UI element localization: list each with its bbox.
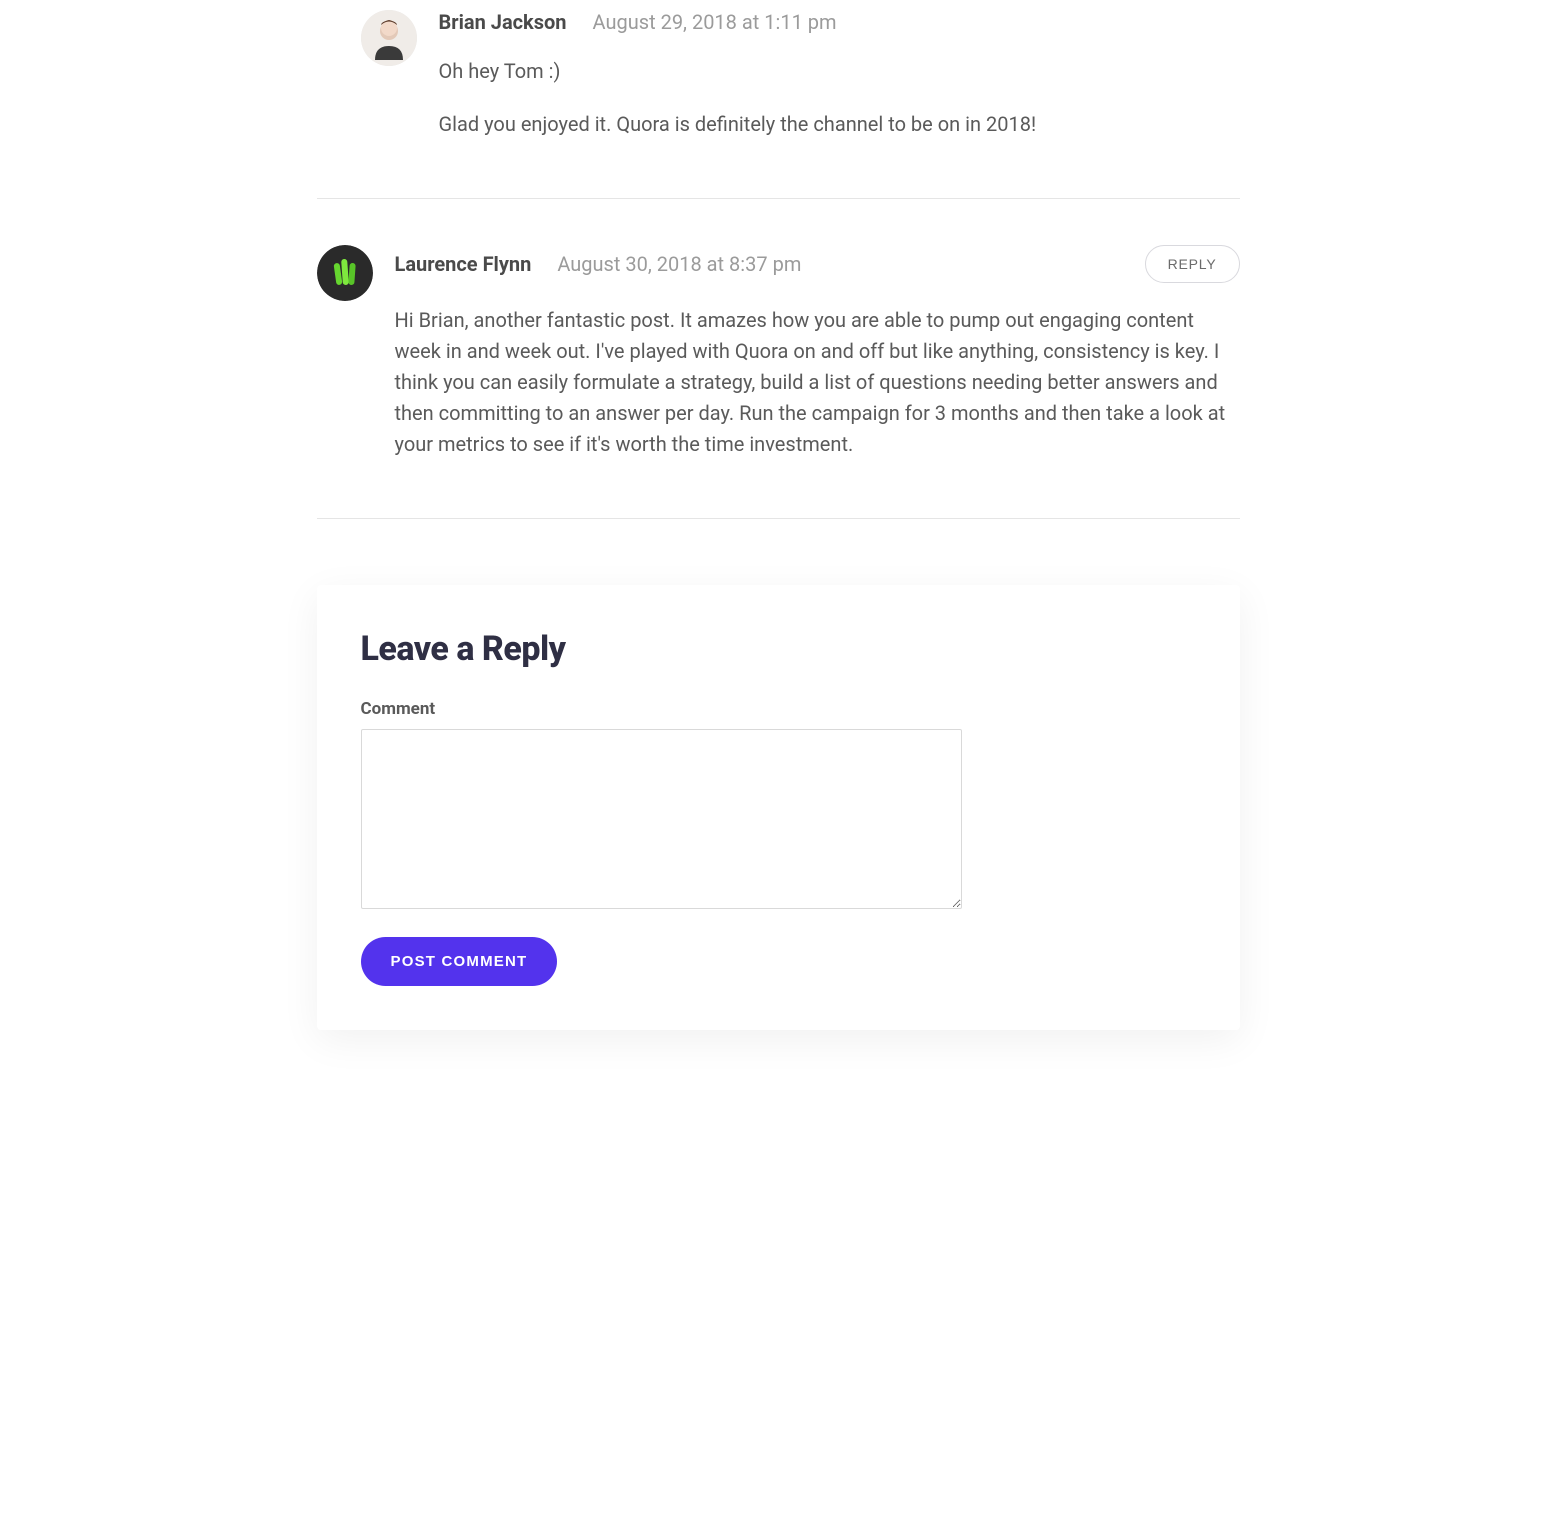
- comment-date[interactable]: August 30, 2018 at 8:37 pm: [557, 252, 801, 276]
- comment-text: Hi Brian, another fantastic post. It ama…: [395, 305, 1240, 460]
- comment-item: Brian Jackson August 29, 2018 at 1:11 pm…: [317, 10, 1240, 140]
- comment-header: Brian Jackson August 29, 2018 at 1:11 pm: [439, 10, 1240, 34]
- comment-author: Brian Jackson: [439, 10, 567, 34]
- comment-date[interactable]: August 29, 2018 at 1:11 pm: [593, 10, 837, 34]
- comment-body: Brian Jackson August 29, 2018 at 1:11 pm…: [439, 10, 1240, 140]
- comment-paragraph: Glad you enjoyed it. Quora is definitely…: [439, 109, 1240, 140]
- comment-body: Laurence Flynn August 30, 2018 at 8:37 p…: [395, 245, 1240, 460]
- comment-item: Laurence Flynn August 30, 2018 at 8:37 p…: [317, 245, 1240, 460]
- comment-header: Laurence Flynn August 30, 2018 at 8:37 p…: [395, 245, 1240, 283]
- comment-paragraph: Hi Brian, another fantastic post. It ama…: [395, 305, 1240, 460]
- comment-author: Laurence Flynn: [395, 252, 532, 276]
- comment-textarea[interactable]: [361, 729, 962, 909]
- leave-reply-card: Leave a Reply Comment POST COMMENT: [317, 585, 1240, 1030]
- reply-button[interactable]: REPLY: [1145, 245, 1240, 283]
- comment-text: Oh hey Tom :) Glad you enjoyed it. Quora…: [439, 56, 1240, 140]
- comment-paragraph: Oh hey Tom :): [439, 56, 1240, 87]
- post-comment-button[interactable]: POST COMMENT: [361, 937, 558, 986]
- reply-title: Leave a Reply: [361, 629, 1196, 669]
- comment-field-label: Comment: [361, 699, 1196, 719]
- comment-divider: [317, 518, 1240, 519]
- avatar: [317, 245, 373, 301]
- avatar-person-icon: [361, 10, 417, 66]
- comment-divider: [317, 198, 1240, 199]
- avatar-green-icon: [317, 245, 373, 301]
- avatar: [361, 10, 417, 66]
